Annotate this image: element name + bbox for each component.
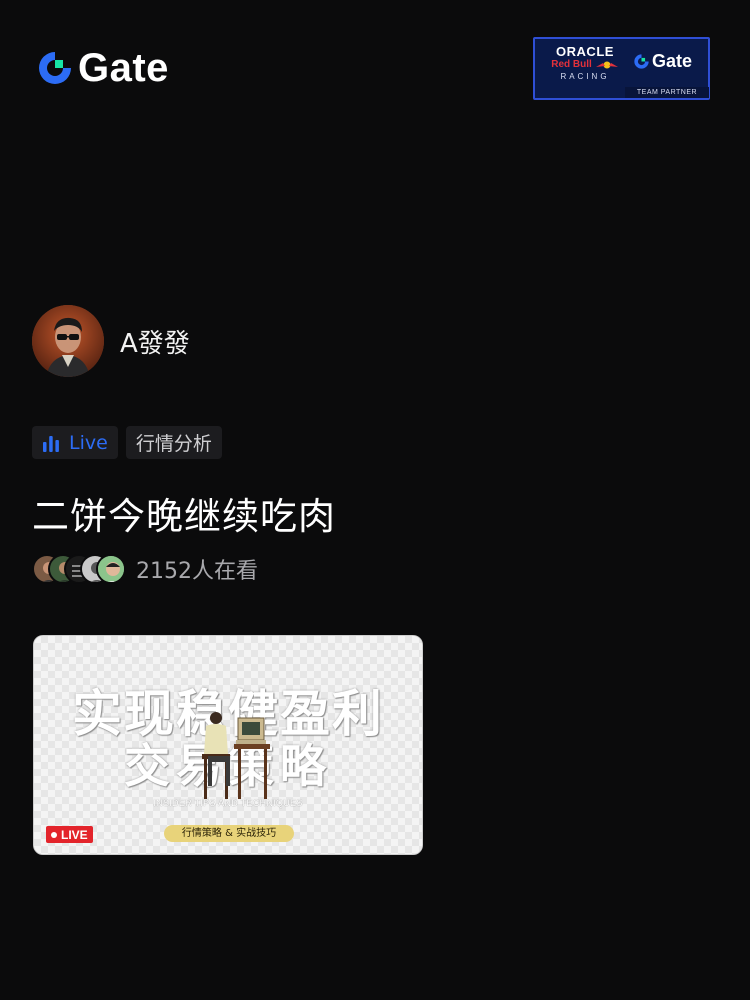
partner-badge: ORACLE Red Bull RACING Gate TEAM PARTNER — [533, 37, 710, 100]
partner-gate-text: Gate — [652, 51, 693, 71]
live-tag-label: Live — [69, 431, 108, 454]
team-partner-label: TEAM PARTNER — [625, 87, 709, 98]
host-name: A發發 — [120, 328, 190, 359]
live-badge-label: LIVE — [61, 827, 88, 842]
viewer-avatars — [32, 552, 130, 586]
gate-logo-icon — [634, 54, 649, 69]
partner-racing-text: RACING — [560, 72, 610, 81]
redbull-icon — [595, 61, 618, 69]
live-dot-icon — [51, 831, 57, 838]
category-tag[interactable]: 行情分析 — [125, 426, 222, 459]
thumbnail-tagline: INSIDER TIPS AND TECHNIQUES — [153, 798, 303, 808]
partner-oracle-text: ORACLE — [556, 44, 614, 59]
logo-text: Gate — [78, 46, 169, 90]
viewer-avatar — [96, 554, 126, 584]
gate-logo[interactable]: Gate — [36, 48, 169, 88]
live-badge: LIVE — [46, 826, 93, 843]
live-tag: Live — [32, 426, 118, 459]
host-avatar[interactable] — [32, 305, 104, 377]
partner-redbull-text: Red Bull — [551, 59, 592, 70]
viewer-count: 2152人在看 — [136, 559, 258, 584]
stream-tags: Live 行情分析 — [32, 426, 222, 459]
live-stream-page: Gate ORACLE Red Bull RACING Gate TEAM PA… — [0, 0, 750, 1000]
gate-logo-icon — [39, 52, 71, 84]
bar-chart-icon — [43, 435, 59, 452]
host-info[interactable]: A發發 — [32, 305, 190, 377]
viewer-info: 2152人在看 — [32, 552, 258, 586]
desk-figure-illustration — [202, 712, 270, 799]
stream-thumbnail[interactable]: 实现稳健盈利 交易策略 INSIDER TIPS AND TECHNIQUES … — [33, 635, 423, 855]
thumbnail-pill: 行情策略 & 实战技巧 — [164, 825, 294, 842]
stream-title: 二饼今晚继续吃肉 — [32, 495, 336, 538]
